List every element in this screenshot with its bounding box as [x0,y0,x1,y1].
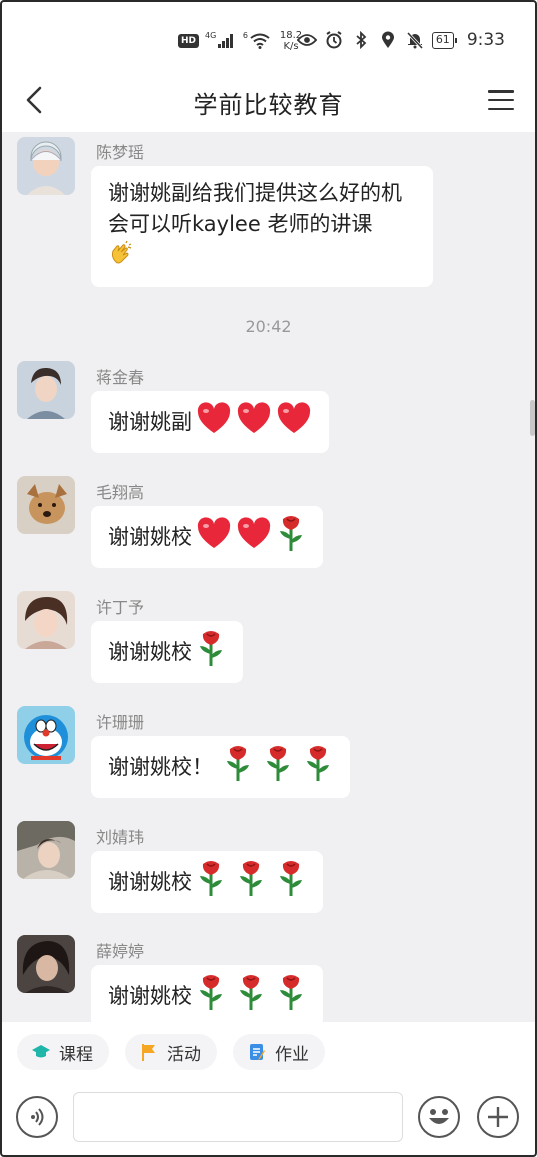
sender-name: 刘婧玮 [96,828,145,847]
clapping-hands-icon [108,240,134,275]
avatar[interactable] [17,137,75,195]
rose-icon [223,743,253,792]
message-text: 谢谢姚校 [108,524,192,549]
sender-name: 蒋金春 [96,368,145,387]
message-text: 谢谢姚校 [108,869,192,894]
plus-button[interactable] [477,1096,519,1138]
graduation-cap-icon [32,1045,50,1058]
avatar[interactable] [17,591,75,649]
message-text: 谢谢姚校 [108,983,192,1008]
rose-icon [263,743,293,792]
message-bubble[interactable]: 谢谢姚校 [91,621,243,683]
rose-icon [276,858,306,907]
activity-button[interactable]: 活动 [125,1034,217,1070]
status-time: 9:33 [466,30,505,50]
message-bubble[interactable]: 谢谢姚副给我们提供这么好的机会可以听kaylee 老师的讲课 [91,166,433,287]
signal-icon [218,34,233,48]
status-left: HD 4G 6 18.2 K/s [178,30,302,52]
sender-name: 陈梦瑶 [96,143,145,162]
homework-label: 作业 [275,1044,309,1065]
sender-name: 许丁予 [96,598,145,617]
quick-action-bar: 课程 活动 作业 [0,1022,537,1084]
heart-icon [196,401,232,443]
scrollbar-thumb[interactable] [530,400,535,436]
chat-header: 学前比较教育 [0,68,537,132]
menu-line [488,98,514,102]
voice-button[interactable] [16,1096,58,1138]
input-bar [0,1084,537,1157]
wifi-type: 6 [242,30,248,40]
page-title: 学前比较教育 [193,91,344,119]
message-text: 谢谢姚校 [108,639,192,664]
sender-name: 许珊珊 [96,713,145,732]
message-bubble[interactable]: 谢谢姚校 [91,965,323,1022]
rose-icon [236,972,266,1021]
status-right: 61 9:33 [296,30,505,50]
menu-line [488,107,514,110]
smiley-icon [429,1109,449,1124]
sender-name: 薛婷婷 [96,942,145,961]
message-input[interactable] [73,1092,403,1142]
rose-icon [196,972,226,1021]
mute-bell-icon [405,30,425,50]
activity-label: 活动 [167,1044,201,1065]
course-label: 课程 [59,1044,93,1065]
message-text: 谢谢姚副 [108,409,192,434]
plus-icon [488,1107,508,1127]
rose-icon [236,858,266,907]
avatar[interactable] [17,706,75,764]
message-bubble[interactable]: 谢谢姚校 [91,851,323,913]
heart-icon [196,516,232,558]
battery-icon: 61 [431,31,457,49]
homework-icon [250,1044,265,1060]
avatar[interactable] [17,821,75,879]
course-button[interactable]: 课程 [17,1034,109,1070]
eye-icon [296,30,317,50]
heart-icon [276,401,312,443]
rose-icon [196,858,226,907]
avatar[interactable] [17,361,75,419]
heart-icon [236,401,272,443]
time-separator: 20:42 [245,317,292,336]
rose-icon [196,628,226,677]
message-text: 谢谢姚校！ [108,754,213,779]
sender-name: 毛翔高 [96,483,145,502]
rose-icon [276,972,306,1021]
message-bubble[interactable]: 谢谢姚校 [91,506,323,568]
menu-button[interactable] [485,86,517,114]
avatar[interactable] [17,476,75,534]
rose-icon [303,743,333,792]
bluetooth-icon [351,30,371,50]
emoji-button[interactable] [418,1096,460,1138]
rose-icon [276,513,306,562]
menu-line [488,90,514,93]
status-bar: HD 4G 6 18.2 K/s 61 9:33 [0,0,537,68]
message-bubble[interactable]: 谢谢姚副 [91,391,329,453]
homework-button[interactable]: 作业 [233,1034,325,1070]
network-type: 4G [205,30,217,40]
heart-icon [236,516,272,558]
avatar[interactable] [17,935,75,993]
hd-badge: HD [178,34,200,48]
message-bubble[interactable]: 谢谢姚校！ [91,736,350,798]
chat-area[interactable]: 陈梦瑶 谢谢姚副给我们提供这么好的机会可以听kaylee 老师的讲课 20:42… [0,132,537,1022]
alarm-icon [324,30,344,50]
wifi-icon [250,33,270,49]
flag-icon [142,1044,155,1061]
location-icon [378,30,398,50]
message-text: 谢谢姚副给我们提供这么好的机会可以听kaylee 老师的讲课 [108,181,402,236]
voice-icon [31,1108,44,1126]
